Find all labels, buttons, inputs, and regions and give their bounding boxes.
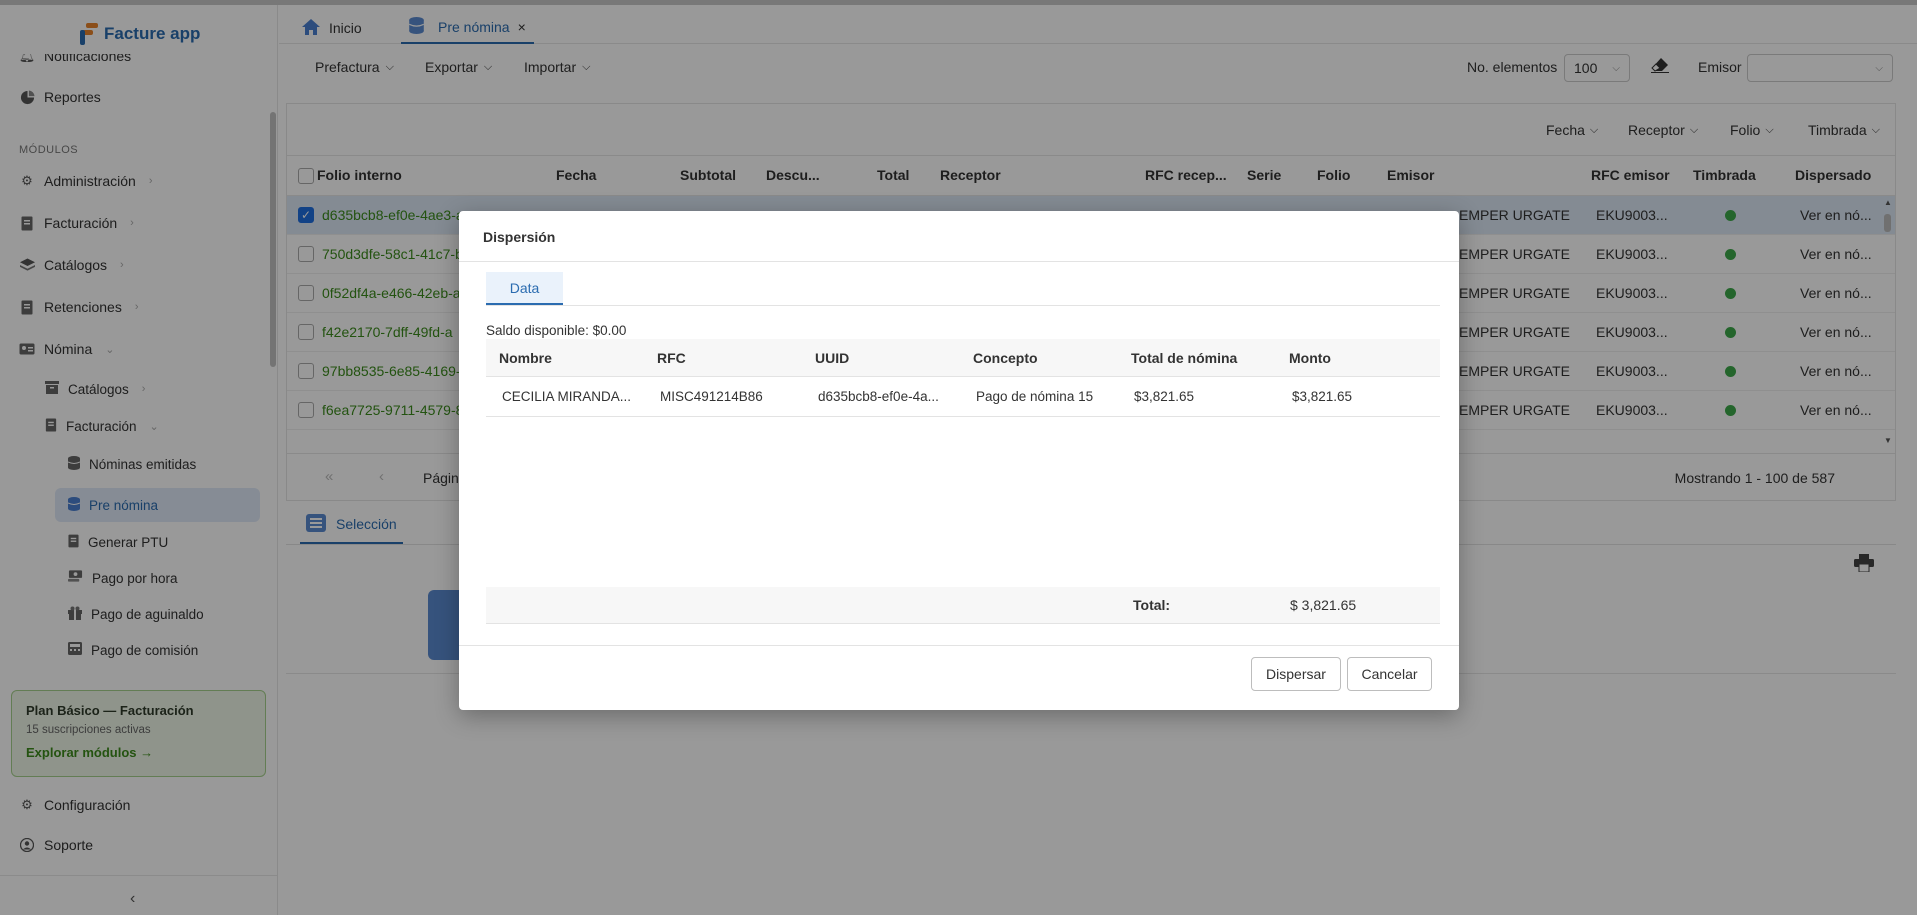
col-total-nomina: Total de nómina xyxy=(1131,350,1238,366)
saldo-disponible: Saldo disponible: $0.00 xyxy=(486,323,627,338)
total-nomina-cell: $3,821.65 xyxy=(1134,389,1195,404)
nombre-cell: CECILIA MIRANDA... xyxy=(502,389,632,404)
tab-data[interactable]: Data xyxy=(486,272,563,305)
monto-cell: $3,821.65 xyxy=(1292,389,1353,404)
dialog-title: Dispersión xyxy=(483,229,556,245)
total-row: Total: $ 3,821.65 xyxy=(486,587,1440,624)
total-value: $ 3,821.65 xyxy=(1290,597,1357,613)
table-row: CECILIA MIRANDA... MISC491214B86 d635bcb… xyxy=(486,377,1440,417)
tab-underline xyxy=(486,305,1440,306)
dispersion-dialog: Dispersión Data Saldo disponible: $0.00 … xyxy=(459,211,1459,710)
total-label: Total: xyxy=(1133,597,1171,613)
uuid-cell: d635bcb8-ef0e-4a... xyxy=(818,389,939,404)
cancelar-button[interactable]: Cancelar xyxy=(1347,657,1432,691)
col-rfc: RFC xyxy=(657,350,686,366)
dialog-divider xyxy=(459,261,1459,262)
col-uuid: UUID xyxy=(815,350,850,366)
dialog-footer-divider xyxy=(459,645,1459,646)
concepto-cell: Pago de nómina 15 xyxy=(976,389,1094,404)
col-concepto: Concepto xyxy=(973,350,1038,366)
dispersar-button[interactable]: Dispersar xyxy=(1251,657,1341,691)
col-nombre: Nombre xyxy=(499,350,552,366)
rfc-cell: MISC491214B86 xyxy=(660,389,763,404)
col-monto: Monto xyxy=(1289,350,1331,366)
table-header: Nombre RFC UUID Concepto Total de nómina… xyxy=(486,339,1440,377)
